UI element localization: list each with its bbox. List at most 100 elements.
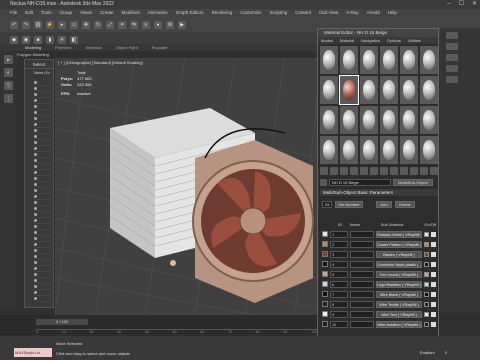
menu-content[interactable]: Content [295, 9, 311, 17]
eye-icon[interactable] [34, 99, 37, 102]
polygon-modeling-label[interactable]: Polygon Modeling [17, 51, 87, 58]
create-panel-icon[interactable] [446, 32, 458, 39]
eye-icon[interactable] [34, 207, 37, 210]
onoff-checkbox[interactable] [431, 311, 436, 317]
material-id-field[interactable]: 3 [330, 250, 348, 258]
eye-icon[interactable] [34, 123, 37, 126]
eye-icon[interactable] [34, 273, 37, 276]
eye-icon[interactable] [34, 297, 37, 300]
box-icon[interactable]: ■ [34, 35, 42, 44]
submaterial-row[interactable]: 9 Wire Text ( VRayMtl ) [322, 309, 438, 319]
eye-icon[interactable] [34, 285, 37, 288]
submaterial-row[interactable]: 8 Wire Textile ( VRayMtl ) [322, 299, 438, 309]
scale-icon[interactable]: ⤢ [106, 20, 114, 29]
material-name-input[interactable] [350, 300, 374, 308]
count-field[interactable]: 25 [322, 200, 332, 208]
color-swatch[interactable] [424, 261, 429, 267]
tab-freeform[interactable]: Freeform [55, 44, 71, 51]
material-swatch[interactable] [322, 281, 328, 287]
sub-material-header[interactable]: Sub-Material [368, 222, 416, 228]
light-icon[interactable]: ☀ [58, 35, 66, 44]
sample-slot[interactable] [420, 106, 438, 134]
sample-slot-active[interactable] [339, 75, 359, 105]
sample-slot[interactable] [420, 76, 438, 104]
material-name-input[interactable] [350, 320, 374, 328]
hierarchy-icon[interactable]: ⋮ [4, 94, 13, 103]
eye-icon[interactable] [34, 279, 37, 282]
onoff-checkbox[interactable] [431, 251, 436, 257]
onoff-checkbox[interactable] [431, 281, 436, 287]
display-icon[interactable]: ◐ [4, 68, 13, 77]
eye-icon[interactable] [34, 165, 37, 168]
eye-icon[interactable] [34, 159, 37, 162]
select-object-icon[interactable]: ▸ [4, 55, 13, 64]
sample-slot[interactable] [380, 136, 398, 164]
sample-slot[interactable] [360, 106, 378, 134]
material-type-button[interactable]: Multi/Sub-Object [393, 178, 433, 186]
eye-icon[interactable] [34, 87, 37, 90]
sample-slot[interactable] [360, 76, 378, 104]
material-name-input[interactable] [350, 260, 374, 268]
reset-map-icon[interactable] [350, 167, 358, 175]
sample-slot[interactable] [400, 46, 418, 74]
menu-vray[interactable]: V-Ray [346, 9, 358, 17]
eye-icon[interactable] [34, 81, 37, 84]
track-bar[interactable]: 0 10 20 30 40 50 60 70 80 90 100 [36, 329, 317, 335]
put-to-scene-icon[interactable] [330, 167, 338, 175]
mirror-icon[interactable]: ⇋ [130, 20, 138, 29]
set-number-button[interactable]: Set Number [335, 200, 363, 208]
select-icon[interactable]: ▸ [58, 20, 66, 29]
render-setup-icon[interactable]: ⚙ [166, 20, 174, 29]
material-name-field[interactable]: NH D 15 Beige [329, 178, 391, 186]
tab-populate[interactable]: Populate [152, 44, 168, 51]
material-id-field[interactable]: 10 [330, 320, 348, 328]
auto-key-value[interactable]: 0 [445, 350, 447, 355]
onoff-checkbox[interactable] [431, 301, 436, 307]
submaterial-row[interactable]: 6 Logo Radiator ( VRayMtl ) [322, 279, 438, 289]
material-id-field[interactable]: 5 [330, 270, 348, 278]
submaterial-row[interactable]: 7 Wire Black ( VRayMtl ) [322, 289, 438, 299]
maximize-button[interactable]: ☐ [459, 0, 464, 9]
redo-icon[interactable]: ↷ [22, 20, 30, 29]
sample-slot[interactable] [320, 76, 338, 104]
unique-icon[interactable] [370, 167, 378, 175]
sub-material-button[interactable]: Wire Isolation ( VRayMtl ) [376, 320, 422, 328]
align-icon[interactable]: ≡ [142, 20, 150, 29]
add-button[interactable]: Add [376, 200, 392, 208]
color-swatch[interactable] [424, 321, 429, 327]
time-slider[interactable]: 0 / 100 [36, 319, 88, 325]
go-to-parent-icon[interactable] [420, 167, 428, 175]
eye-icon[interactable] [34, 201, 37, 204]
eye-icon[interactable] [34, 243, 37, 246]
material-swatch[interactable] [322, 301, 328, 307]
menu-rendering[interactable]: Rendering [212, 9, 233, 17]
menu-edit[interactable]: Edit [25, 9, 33, 17]
color-swatch[interactable] [424, 281, 429, 287]
eye-icon[interactable] [34, 93, 37, 96]
link-icon[interactable]: ⛓ [34, 20, 42, 29]
color-swatch[interactable] [424, 311, 429, 317]
snap-icon[interactable]: ⌗ [118, 20, 126, 29]
eye-icon[interactable] [34, 255, 37, 258]
onoff-checkbox[interactable] [431, 261, 436, 267]
eye-icon[interactable] [34, 195, 37, 198]
sample-slot[interactable] [360, 46, 378, 74]
menu-file[interactable]: File [10, 9, 17, 17]
submaterial-row[interactable]: 2 Cooler Pattern ( VRayMtl ) [322, 239, 438, 249]
sub-material-button[interactable]: Radiator Metal ( VRayMtl ) [376, 230, 422, 238]
enabled-status[interactable]: Enabled [420, 350, 435, 355]
material-name-input[interactable] [350, 280, 374, 288]
viewport-label[interactable]: [ + ] [Orthographic] [Standard] [Default… [58, 60, 143, 65]
teapot-icon[interactable]: ◆ [10, 35, 18, 44]
eye-icon[interactable] [34, 135, 37, 138]
menu-modifiers[interactable]: Modifiers [122, 9, 140, 17]
material-id-field[interactable]: 7 [330, 290, 348, 298]
material-swatch[interactable] [322, 291, 328, 297]
menu-utilities[interactable]: Utilities [408, 37, 421, 44]
camera-icon[interactable]: ◧ [70, 35, 78, 44]
material-swatch[interactable] [322, 271, 328, 277]
sample-slot[interactable] [340, 136, 358, 164]
eye-icon[interactable] [34, 261, 37, 264]
sub-material-button[interactable]: Cooler Pattern ( VRayMtl ) [376, 240, 422, 248]
delete-button[interactable]: Delete [395, 200, 415, 208]
